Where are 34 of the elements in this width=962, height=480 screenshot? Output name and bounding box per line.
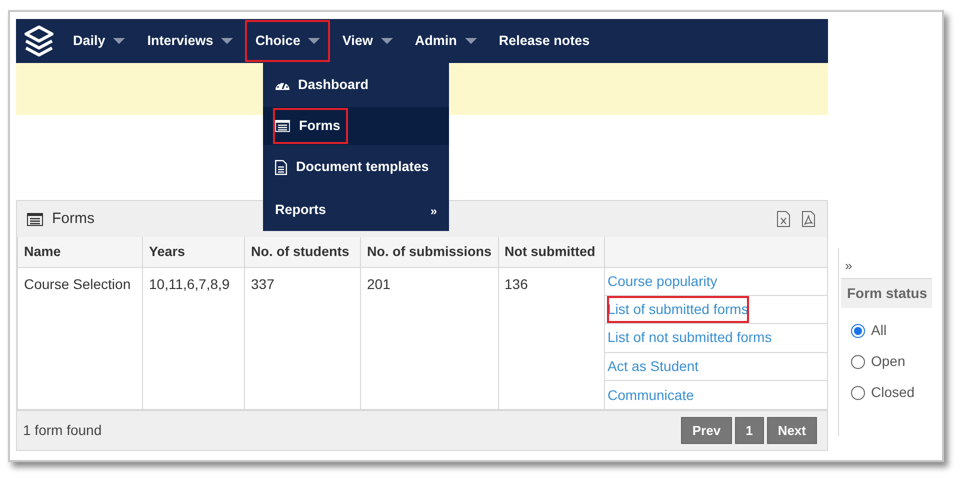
dropdown-menu-item[interactable]: Dashboard bbox=[263, 63, 449, 107]
list-icon bbox=[27, 212, 43, 226]
nav-menu-item[interactable]: Admin bbox=[404, 19, 488, 63]
nav-menu-item[interactable]: Interviews bbox=[136, 19, 244, 63]
radio-label: All bbox=[871, 321, 887, 340]
radio-button[interactable] bbox=[851, 354, 865, 368]
nav-menu-item[interactable]: Choice bbox=[244, 19, 332, 63]
column-header: Name bbox=[18, 237, 142, 267]
collapse-toggle[interactable]: » bbox=[841, 248, 852, 278]
panel-title: Forms bbox=[52, 208, 94, 229]
pagination-button[interactable]: Next bbox=[766, 417, 817, 444]
dropdown-menu-item[interactable]: Reports » bbox=[263, 190, 449, 231]
nav-menu-item[interactable]: View bbox=[331, 19, 404, 63]
radio-button[interactable] bbox=[851, 324, 865, 338]
radio-button[interactable] bbox=[851, 386, 865, 400]
dropdown-menu-item[interactable]: Forms bbox=[263, 107, 449, 145]
column-header: No. of submissions bbox=[360, 237, 498, 267]
nav-menu-item[interactable]: Daily bbox=[62, 19, 136, 63]
excel-export-icon[interactable] bbox=[777, 211, 790, 227]
radio-label: Closed bbox=[871, 383, 915, 402]
column-header: Not submitted bbox=[498, 237, 604, 267]
result-count: 1 form found bbox=[23, 421, 102, 440]
stacked-layers-logo-icon[interactable] bbox=[22, 24, 56, 58]
radio-label: Open bbox=[871, 352, 906, 371]
column-header: Years bbox=[142, 237, 244, 267]
pagination-button[interactable]: 1 bbox=[734, 417, 764, 444]
column-header: No. of students bbox=[244, 237, 360, 267]
document-icon bbox=[275, 160, 287, 175]
dropdown-menu-item[interactable]: Document templates bbox=[263, 145, 449, 190]
filter-title: Form status bbox=[841, 278, 932, 308]
nav-menu-item[interactable]: Release notes bbox=[488, 19, 601, 63]
list-icon bbox=[275, 120, 290, 132]
pagination-button[interactable]: Prev bbox=[681, 417, 732, 444]
pdf-export-icon[interactable] bbox=[802, 211, 815, 227]
